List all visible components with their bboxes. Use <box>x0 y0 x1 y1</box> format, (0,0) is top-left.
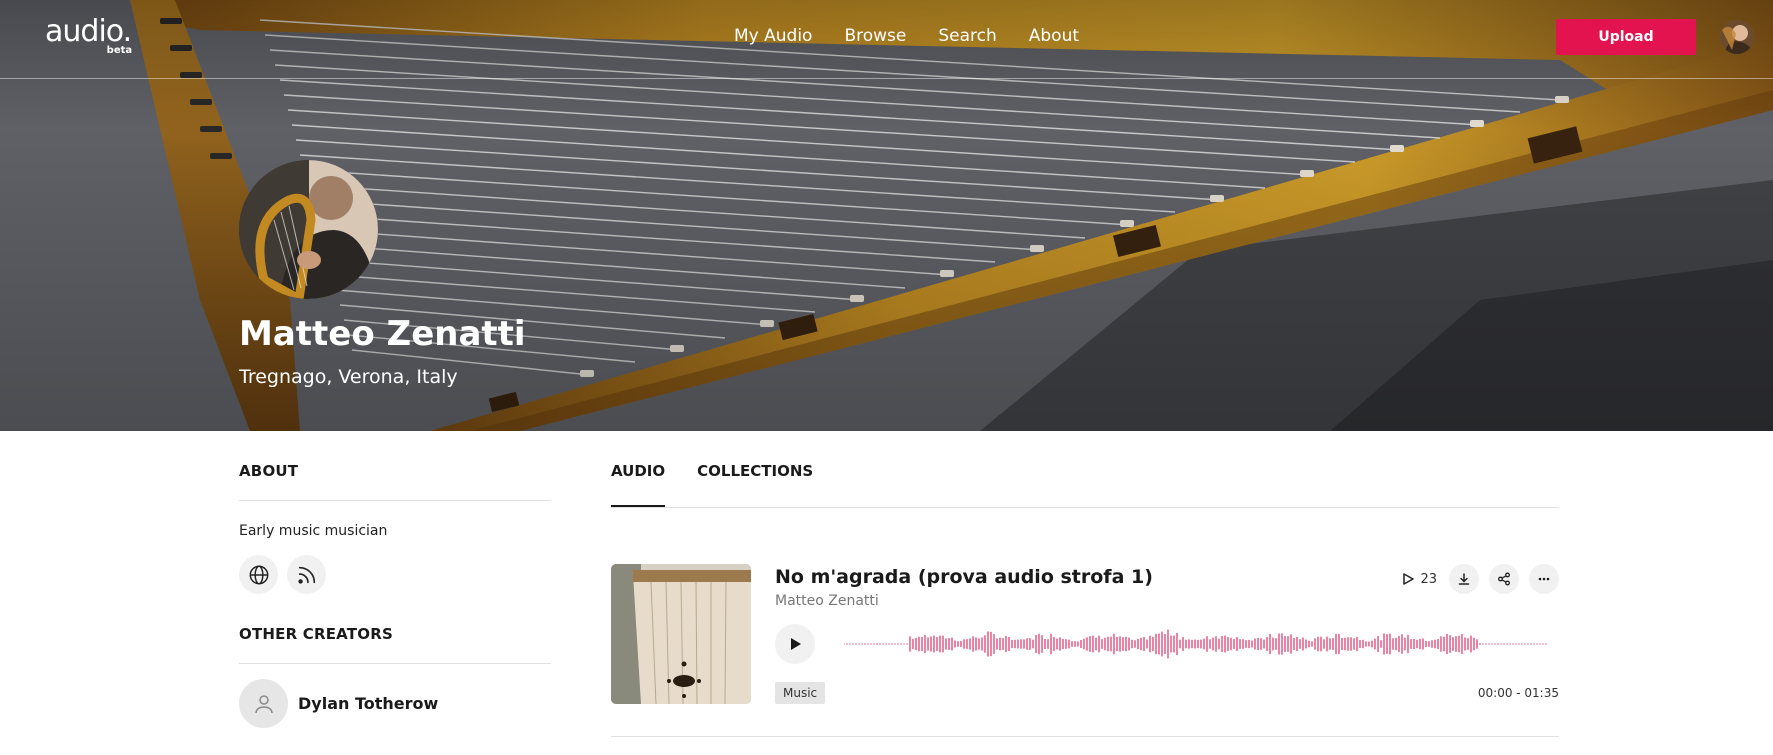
nav-about[interactable]: About <box>1029 24 1079 48</box>
play-count-value: 23 <box>1420 571 1437 587</box>
nav-my-audio[interactable]: My Audio <box>734 24 812 48</box>
creator-item[interactable]: Dylan Totherow <box>239 679 551 728</box>
logo-beta-badge: beta <box>106 45 133 56</box>
nav-search[interactable]: Search <box>938 24 996 48</box>
profile-avatar <box>239 160 378 299</box>
track-duration: 00:00 - 01:35 <box>1477 686 1559 700</box>
profile-name: Matteo Zenatti <box>239 314 526 354</box>
track-artist[interactable]: Matteo Zenatti <box>775 591 879 611</box>
creator-name: Dylan Totherow <box>298 694 439 713</box>
play-count-icon <box>1403 573 1415 585</box>
profile-avatar-image <box>239 160 378 299</box>
track-thumbnail[interactable] <box>611 564 751 704</box>
rss-link[interactable] <box>287 555 326 594</box>
track-thumbnail-image <box>611 564 751 704</box>
tab-collections[interactable]: COLLECTIONS <box>697 460 813 507</box>
genre-tag[interactable]: Music <box>775 682 826 704</box>
user-icon <box>254 694 273 713</box>
share-icon <box>1498 572 1510 586</box>
track-title[interactable]: No m'agrada (prova audio strofa 1) <box>775 564 1153 590</box>
website-link[interactable] <box>239 555 278 594</box>
download-button[interactable] <box>1449 564 1479 594</box>
social-links <box>239 555 551 594</box>
creator-avatar <box>239 679 288 728</box>
top-navigation: audio. beta My Audio Browse Search About… <box>0 0 1773 79</box>
globe-icon <box>249 565 268 584</box>
main-nav: My Audio Browse Search About <box>734 24 1079 48</box>
track-card: No m'agrada (prova audio strofa 1) Matte… <box>611 564 1559 737</box>
play-button[interactable] <box>775 624 815 664</box>
profile-content: AUDIO COLLECTIONS No m'agrada (prova aud… <box>611 460 1559 737</box>
content-tabs: AUDIO COLLECTIONS <box>611 460 1559 508</box>
about-heading: ABOUT <box>239 460 551 501</box>
profile-sidebar: ABOUT Early music musician OTHER CREATOR… <box>239 460 551 728</box>
more-options-button[interactable] <box>1529 564 1559 594</box>
user-avatar[interactable] <box>1720 20 1754 54</box>
play-count: 23 <box>1401 572 1437 587</box>
tab-audio[interactable]: AUDIO <box>611 460 666 507</box>
play-icon <box>791 638 801 650</box>
more-horizontal-icon <box>1538 577 1550 581</box>
rss-icon <box>297 566 315 584</box>
site-logo[interactable]: audio. beta <box>45 14 132 56</box>
download-icon <box>1458 573 1470 585</box>
share-button[interactable] <box>1489 564 1519 594</box>
user-avatar-image <box>1720 20 1754 54</box>
profile-location: Tregnago, Verona, Italy <box>239 366 458 388</box>
nav-browse[interactable]: Browse <box>844 24 906 48</box>
about-text: Early music musician <box>239 523 388 539</box>
other-creators-heading: OTHER CREATORS <box>239 623 551 664</box>
audio-waveform[interactable] <box>844 626 1549 662</box>
upload-button[interactable]: Upload <box>1556 19 1696 55</box>
track-actions: 23 <box>1401 564 1559 594</box>
